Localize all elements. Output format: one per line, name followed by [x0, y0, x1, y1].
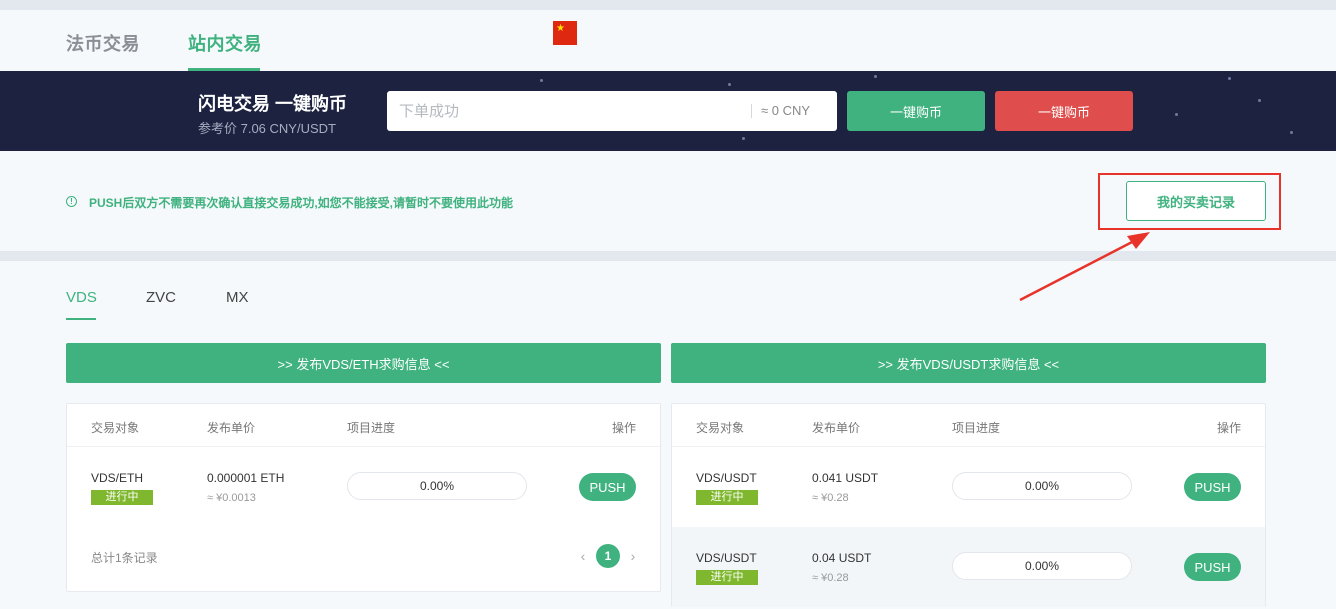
coin-tab-vds[interactable]: VDS	[66, 289, 97, 306]
push-button[interactable]: PUSH	[1184, 473, 1241, 501]
star-decoration	[1228, 77, 1231, 80]
trade-pair: VDS/USDT	[696, 471, 757, 485]
star-decoration	[1258, 99, 1261, 102]
approx-price: ≈ ¥0.28	[812, 492, 849, 504]
pagination: ‹ 1 ›	[575, 544, 641, 568]
progress-indicator: 0.00%	[347, 472, 527, 500]
my-trade-records-button[interactable]: 我的买卖记录	[1126, 181, 1266, 221]
push-button[interactable]: PUSH	[579, 473, 636, 501]
one-click-sell-button[interactable]: 一键购币	[995, 91, 1133, 131]
star-decoration	[1175, 113, 1178, 116]
total-records: 总计1条记录	[91, 551, 158, 565]
unit-price: 0.041 USDT	[812, 471, 879, 485]
vds-usdt-panel: 交易对象 发布单价 项目进度 操作 VDS/USDT 进行中 0.041 USD…	[671, 403, 1266, 607]
unit-price: 0.04 USDT	[812, 551, 872, 565]
status-badge: 进行中	[696, 490, 758, 505]
column-header: 项目进度	[952, 421, 1001, 435]
column-header: 操作	[611, 421, 636, 435]
progress-indicator: 0.00%	[952, 472, 1132, 500]
table-header: 交易对象 发布单价 项目进度 操作	[672, 404, 1265, 447]
column-header: 项目进度	[347, 421, 396, 435]
one-click-buy-button[interactable]: 一键购币	[847, 91, 985, 131]
trade-pair: VDS/ETH	[91, 471, 144, 485]
table-header: 交易对象 发布单价 项目进度 操作	[67, 404, 660, 447]
amount-input[interactable]	[387, 91, 747, 131]
publish-vds-usdt-button[interactable]: >> 发布VDS/USDT求购信息 <<	[671, 343, 1266, 383]
top-nav: 法币交易 站内交易 ★	[0, 10, 1336, 71]
push-button[interactable]: PUSH	[1184, 553, 1241, 581]
star-decoration	[742, 137, 745, 140]
china-flag-icon[interactable]: ★	[553, 21, 577, 45]
table-row: VDS/USDT 进行中 0.04 USDT ≈ ¥0.28 0.00% PUS…	[672, 527, 1265, 607]
star-decoration	[1290, 131, 1293, 134]
table-footer: 总计1条记录 ‹ 1 ›	[67, 527, 660, 591]
amount-input-box: ≈ 0 CNY	[387, 91, 837, 131]
reference-price: 参考价 7.06 CNY/USDT	[198, 121, 336, 136]
progress-indicator: 0.00%	[952, 552, 1132, 580]
top-strip	[0, 0, 1336, 10]
tab-onsite-trade[interactable]: 站内交易	[188, 30, 262, 56]
star-decoration	[874, 75, 877, 78]
status-badge: 进行中	[91, 490, 153, 505]
section-gap	[0, 251, 1336, 261]
page-number[interactable]: 1	[596, 544, 620, 568]
approx-price: ≈ ¥0.0013	[207, 492, 256, 504]
vds-eth-panel: 交易对象 发布单价 项目进度 操作 VDS/ETH 进行中 0.000001 E…	[66, 403, 661, 592]
flash-trade-title: 闪电交易 一键购币	[198, 94, 348, 114]
approx-price: ≈ ¥0.28	[812, 572, 849, 584]
flash-trade-banner: 闪电交易 一键购币 参考价 7.06 CNY/USDT ≈ 0 CNY 一键购币…	[0, 71, 1336, 151]
info-icon: !	[66, 196, 77, 207]
notice-bar: ! PUSH后双方不需要再次确认直接交易成功,如您不能接受,请暂时不要使用此功能…	[0, 151, 1336, 251]
status-badge: 进行中	[696, 570, 758, 585]
column-header: 交易对象	[91, 421, 140, 435]
market-section: VDS ZVC MX >> 发布VDS/ETH求购信息 << >> 发布VDS/…	[0, 261, 1336, 609]
column-header: 操作	[1216, 421, 1241, 435]
approx-cny-value: ≈ 0 CNY	[761, 103, 811, 118]
table-row: VDS/USDT 进行中 0.041 USDT ≈ ¥0.28 0.00% PU…	[672, 447, 1265, 527]
coin-tab-underline	[66, 318, 96, 320]
table-row: VDS/ETH 进行中 0.000001 ETH ≈ ¥0.0013 0.00%…	[67, 447, 660, 527]
unit-price: 0.000001 ETH	[207, 471, 285, 485]
chevron-right-icon[interactable]: ›	[625, 548, 641, 564]
column-header: 发布单价	[812, 421, 861, 435]
coin-tab-mx[interactable]: MX	[226, 289, 249, 306]
star-decoration	[540, 79, 543, 82]
push-notice-text: PUSH后双方不需要再次确认直接交易成功,如您不能接受,请暂时不要使用此功能	[89, 196, 514, 210]
coin-tab-zvc[interactable]: ZVC	[146, 289, 176, 306]
tab-fiat-trade[interactable]: 法币交易	[66, 30, 140, 56]
input-divider	[751, 104, 752, 118]
chevron-left-icon[interactable]: ‹	[575, 548, 591, 564]
star-decoration	[728, 83, 731, 86]
publish-vds-eth-button[interactable]: >> 发布VDS/ETH求购信息 <<	[66, 343, 661, 383]
column-header: 发布单价	[207, 421, 256, 435]
trade-pair: VDS/USDT	[696, 551, 757, 565]
column-header: 交易对象	[696, 421, 745, 435]
